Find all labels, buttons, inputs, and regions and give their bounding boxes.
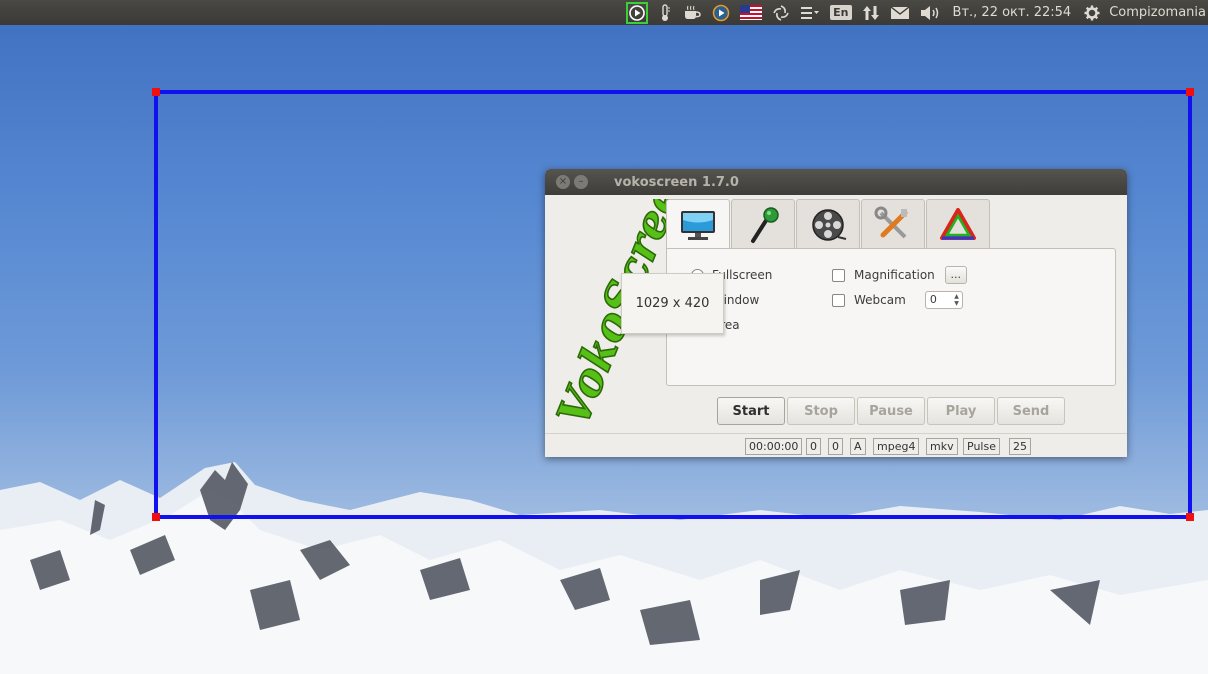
- status-audio-flag: A: [850, 438, 866, 455]
- thermometer-icon[interactable]: [653, 0, 677, 25]
- keyboard-layout[interactable]: En: [825, 0, 856, 25]
- window-titlebar[interactable]: × – vokoscreen 1.7.0: [545, 169, 1127, 195]
- magnification-label: Magnification: [854, 268, 935, 282]
- webcam-spinbox-value: 0: [929, 293, 937, 306]
- webcam-option[interactable]: Webcam 0 ▲ ▼: [832, 291, 963, 309]
- resize-handle-bottom-right[interactable]: [1186, 513, 1194, 521]
- status-time: 00:00:00: [745, 438, 803, 455]
- magnification-settings-button[interactable]: ...: [944, 266, 967, 284]
- status-frames: 0: [806, 438, 821, 455]
- clock[interactable]: Вт., 22 окт. 22:54: [947, 5, 1080, 20]
- close-icon: ×: [558, 176, 568, 187]
- tab-settings[interactable]: [861, 199, 925, 249]
- pause-button[interactable]: Pause: [857, 397, 925, 425]
- status-codec: mpeg4: [873, 438, 920, 455]
- shutter-icon[interactable]: [767, 0, 795, 25]
- webcam-label: Webcam: [854, 293, 906, 307]
- media-player-icon[interactable]: [707, 0, 735, 25]
- start-button[interactable]: Start: [717, 397, 785, 425]
- us-flag-icon[interactable]: [735, 0, 767, 25]
- control-buttons: Start Stop Pause Play Send: [717, 397, 1067, 425]
- stop-button[interactable]: Stop: [787, 397, 855, 425]
- volume-icon[interactable]: [915, 0, 947, 25]
- tab-audio[interactable]: [731, 199, 795, 249]
- spin-arrows-icon[interactable]: ▲ ▼: [954, 293, 959, 307]
- record-indicator-icon[interactable]: [621, 0, 653, 25]
- resize-handle-bottom-left[interactable]: [152, 513, 160, 521]
- play-button[interactable]: Play: [927, 397, 995, 425]
- gear-icon[interactable]: [1079, 0, 1105, 25]
- keyboard-layout-label: En: [830, 5, 852, 20]
- tab-about[interactable]: [926, 199, 990, 249]
- area-size-tooltip: 1029 x 420: [621, 273, 724, 334]
- area-size-label: 1029 x 420: [635, 296, 710, 311]
- webcam-checkbox[interactable]: [832, 293, 845, 307]
- tab-video[interactable]: [796, 199, 860, 249]
- send-button[interactable]: Send: [997, 397, 1065, 425]
- status-audio-system: Pulse: [963, 438, 1000, 455]
- window-title: vokoscreen 1.7.0: [614, 174, 739, 190]
- resize-handle-top-left[interactable]: [152, 88, 160, 96]
- triangle-icon: [940, 207, 976, 240]
- vokoscreen-window: × – vokoscreen 1.7.0 VokoScreen Fullscre…: [545, 169, 1127, 457]
- close-button[interactable]: ×: [556, 175, 570, 189]
- film-reel-icon: [812, 208, 847, 241]
- monitor-icon: [681, 211, 715, 240]
- user-name[interactable]: Compizomania: [1105, 5, 1208, 20]
- magnification-checkbox[interactable]: [832, 268, 845, 282]
- tab-screen[interactable]: [666, 199, 730, 250]
- resize-handle-top-right[interactable]: [1186, 88, 1194, 96]
- minimize-icon: –: [578, 176, 584, 187]
- webcam-spinbox[interactable]: 0 ▲ ▼: [924, 291, 963, 309]
- magnification-option[interactable]: Magnification ...: [832, 266, 967, 284]
- top-panel: En Вт., 22 окт. 22:54 Compizomania: [0, 0, 1208, 25]
- status-container: mkv: [926, 438, 958, 455]
- coffee-cup-icon[interactable]: [677, 0, 707, 25]
- microphone-icon: [751, 206, 779, 243]
- tab-bar: [666, 199, 991, 250]
- screen-options-panel: Fullscreen Window Area Magnification ...…: [666, 248, 1116, 386]
- status-fps: 25: [1009, 438, 1031, 455]
- status-fps-count: 0: [828, 438, 843, 455]
- menu-list-icon[interactable]: [795, 0, 825, 25]
- tools-icon: [874, 206, 908, 238]
- minimize-button[interactable]: –: [574, 175, 588, 189]
- status-bar: 00:00:00 0 0 A mpeg4 mkv Pulse 25: [545, 433, 1127, 457]
- network-arrows-icon[interactable]: [857, 0, 885, 25]
- mail-icon[interactable]: [885, 0, 915, 25]
